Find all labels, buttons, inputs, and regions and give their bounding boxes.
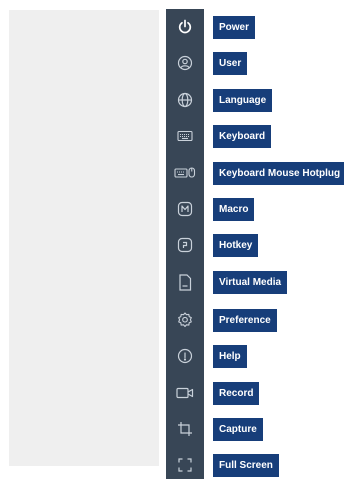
menu-item-label: Power bbox=[213, 16, 256, 39]
user-icon[interactable] bbox=[166, 45, 204, 81]
menu-item-label: Capture bbox=[213, 418, 263, 441]
menu-item-label: Record bbox=[213, 382, 260, 405]
menu-item-label: Hotkey bbox=[213, 234, 259, 257]
menu-item-label: Virtual Media bbox=[213, 271, 288, 294]
menu-item-power[interactable]: Power bbox=[0, 9, 344, 45]
video-camera-icon[interactable] bbox=[166, 375, 204, 411]
menu-item-record[interactable]: Record bbox=[0, 375, 344, 411]
menu-item-macro[interactable]: Macro bbox=[0, 191, 344, 227]
macro-icon[interactable] bbox=[166, 191, 204, 227]
help-icon[interactable] bbox=[166, 338, 204, 374]
hotkey-icon[interactable] bbox=[166, 227, 204, 263]
menu-item-label: Preference bbox=[213, 309, 277, 332]
menu-item-keyboard[interactable]: Keyboard bbox=[0, 118, 344, 154]
menu-item-label: User bbox=[213, 52, 248, 75]
menu-item-capture[interactable]: Capture bbox=[0, 411, 344, 447]
keyboard-mouse-icon[interactable] bbox=[166, 155, 204, 191]
menu-item-label: Help bbox=[213, 345, 247, 368]
menu-item-language[interactable]: Language bbox=[0, 82, 344, 118]
menu-item-help[interactable]: Help bbox=[0, 338, 344, 374]
menu-item-preference[interactable]: Preference bbox=[0, 302, 344, 338]
menu-item-label: Keyboard bbox=[213, 125, 272, 148]
file-icon[interactable] bbox=[166, 264, 204, 300]
menu-item-keyboard-mouse-hotplug[interactable]: Keyboard Mouse Hotplug bbox=[0, 155, 344, 191]
menu-item-label: Keyboard Mouse Hotplug bbox=[213, 162, 344, 185]
menu-item-label: Macro bbox=[213, 198, 255, 221]
crop-icon[interactable] bbox=[166, 411, 204, 447]
power-icon[interactable] bbox=[166, 9, 204, 45]
menu-item-label: Language bbox=[213, 89, 273, 112]
menu-item-full-screen[interactable]: Full Screen bbox=[0, 447, 344, 479]
keyboard-icon[interactable] bbox=[166, 118, 204, 154]
globe-icon[interactable] bbox=[166, 82, 204, 118]
menu-item-user[interactable]: User bbox=[0, 45, 344, 81]
menu-item-virtual-media[interactable]: Virtual Media bbox=[0, 264, 344, 300]
fullscreen-icon[interactable] bbox=[166, 447, 204, 479]
gear-icon[interactable] bbox=[166, 302, 204, 338]
menu-item-label: Full Screen bbox=[213, 454, 279, 477]
menu-item-hotkey[interactable]: Hotkey bbox=[0, 227, 344, 263]
